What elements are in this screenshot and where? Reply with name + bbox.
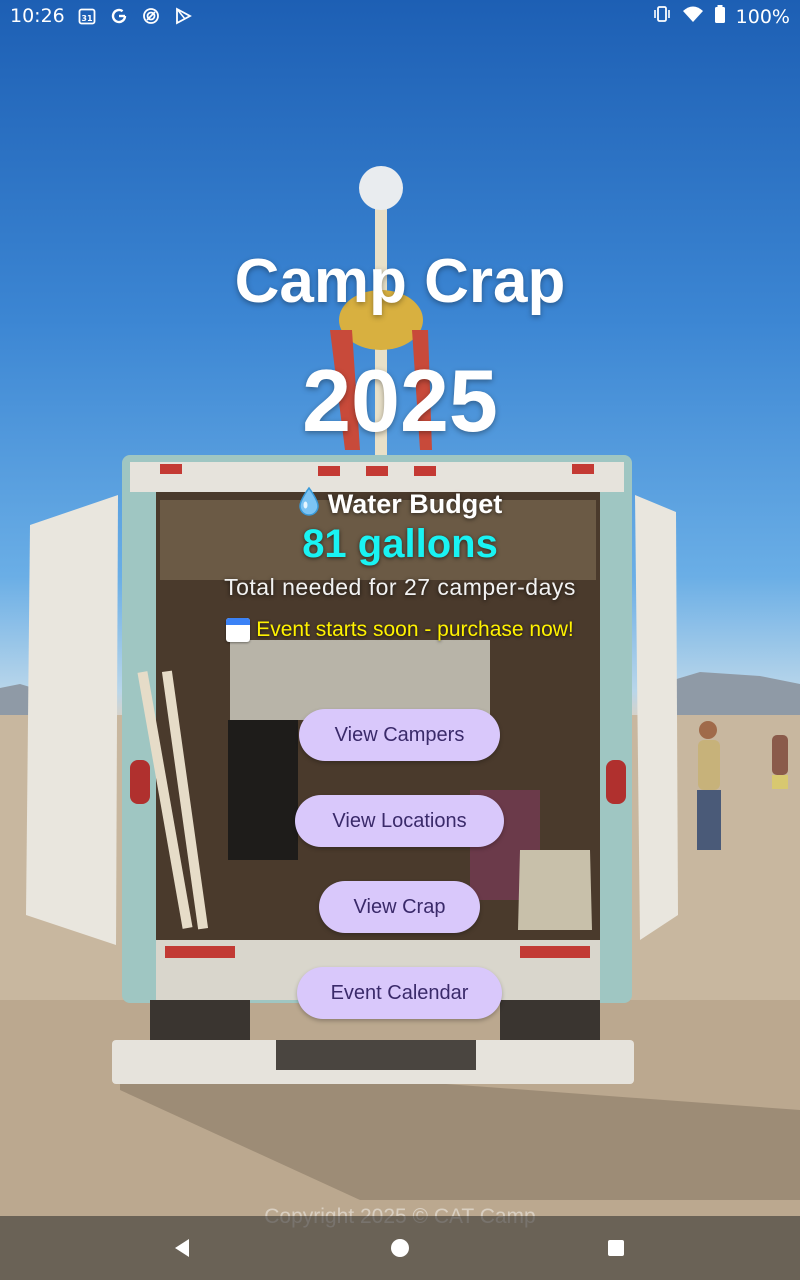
status-time: 10:26 bbox=[10, 5, 65, 27]
recents-icon[interactable] bbox=[602, 1234, 630, 1262]
calendar-icon: 31 bbox=[77, 6, 97, 26]
svg-text:31: 31 bbox=[81, 14, 93, 23]
view-campers-button[interactable]: View Campers bbox=[299, 709, 500, 761]
status-bar: 10:26 31 100% bbox=[0, 0, 800, 34]
battery-percent: 100% bbox=[735, 6, 790, 28]
view-locations-button[interactable]: View Locations bbox=[295, 795, 504, 847]
view-crap-button[interactable]: View Crap bbox=[319, 881, 480, 933]
vibrate-icon bbox=[652, 5, 672, 29]
status-right: 100% bbox=[652, 5, 790, 29]
wifi-icon bbox=[682, 5, 704, 29]
water-drop-icon bbox=[298, 486, 320, 523]
water-budget-text: Water Budget bbox=[327, 489, 503, 519]
year-title: 2025 bbox=[302, 351, 498, 450]
notification-icons: 31 bbox=[77, 6, 193, 26]
calendar-icon bbox=[226, 618, 251, 642]
event-alert-text: Event starts soon - purchase now! bbox=[256, 618, 574, 641]
back-icon[interactable] bbox=[168, 1234, 196, 1262]
navigation-bar bbox=[0, 1216, 800, 1280]
event-alert: Event starts soon - purchase now! bbox=[0, 618, 800, 642]
water-gallons-value: 81 gallons bbox=[302, 522, 498, 566]
battery-icon bbox=[714, 5, 726, 29]
home-icon[interactable] bbox=[386, 1234, 414, 1262]
sync-icon bbox=[141, 6, 161, 26]
app-title: Camp Crap bbox=[234, 247, 566, 316]
water-subtitle: Total needed for 27 camper-days bbox=[224, 574, 576, 600]
water-budget-label: Water Budget bbox=[0, 486, 800, 523]
play-icon bbox=[173, 6, 193, 26]
google-icon bbox=[109, 6, 129, 26]
event-calendar-button[interactable]: Event Calendar bbox=[297, 967, 502, 1019]
